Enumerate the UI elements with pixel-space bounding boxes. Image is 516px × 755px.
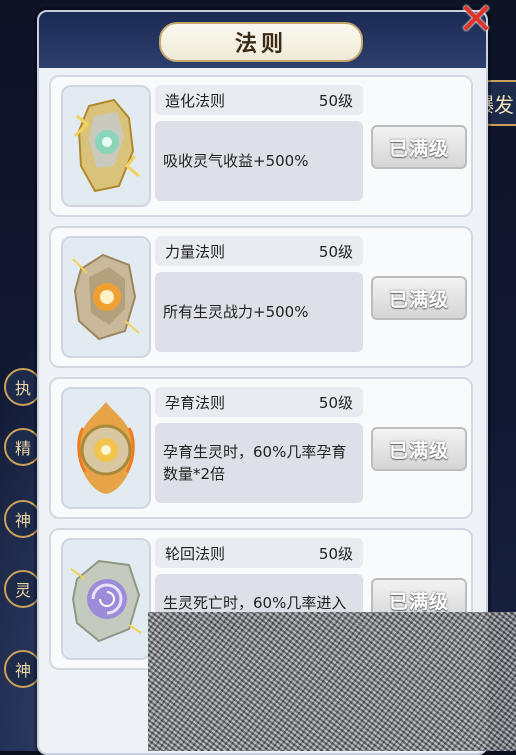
rule-name-bar: 轮回法则 50级 xyxy=(155,538,363,568)
rule-name: 孕育法则 xyxy=(165,394,226,412)
power-orb-icon xyxy=(72,253,140,341)
rule-level: 50级 xyxy=(318,545,353,563)
rule-thumb xyxy=(61,85,151,207)
nurture-flame-icon xyxy=(77,402,135,494)
panel-title: 法则 xyxy=(159,22,363,62)
rule-card-power: 力量法则 50级 所有生灵战力+500% 已满级 xyxy=(49,226,473,368)
rule-name-bar: 力量法则 50级 xyxy=(155,236,363,266)
rule-level: 50级 xyxy=(318,394,353,412)
rule-desc-box: 所有生灵战力+500% xyxy=(155,272,363,352)
rule-desc-box: 孕育生灵时，60%几率孕育数量*2倍 xyxy=(155,423,363,503)
max-level-button[interactable]: 已满级 xyxy=(371,276,467,320)
max-level-button[interactable]: 已满级 xyxy=(371,427,467,471)
rule-card-creation: 造化法则 50级 吸收灵气收益+500% 已满级 xyxy=(49,75,473,217)
max-level-button[interactable]: 已满级 xyxy=(371,125,467,169)
rule-name-bar: 孕育法则 50级 xyxy=(155,387,363,417)
creation-crystal-icon xyxy=(73,98,140,193)
rule-desc: 吸收灵气收益+500% xyxy=(163,152,309,170)
rule-thumb xyxy=(61,387,151,509)
noise-overlay xyxy=(148,612,516,751)
close-x-icon[interactable]: ✕ xyxy=(452,0,500,42)
rule-thumb xyxy=(61,538,151,660)
rule-name-bar: 造化法则 50级 xyxy=(155,85,363,115)
rule-desc: 所有生灵战力+500% xyxy=(163,303,309,321)
rule-level: 50级 xyxy=(318,243,353,261)
rule-name: 轮回法则 xyxy=(165,545,226,563)
rule-name: 力量法则 xyxy=(165,243,226,261)
rules-list: 造化法则 50级 吸收灵气收益+500% 已满级 力量法则 50级 所有生灵战力… xyxy=(49,75,473,679)
rule-card-nurture: 孕育法则 50级 孕育生灵时，60%几率孕育数量*2倍 已满级 xyxy=(49,377,473,519)
rule-level: 50级 xyxy=(318,92,353,110)
panel-header: 法则 xyxy=(39,12,486,68)
reincarnation-vortex-icon xyxy=(70,559,142,643)
rule-name: 造化法则 xyxy=(165,92,226,110)
rule-thumb xyxy=(61,236,151,358)
rule-desc: 孕育生灵时，60%几率孕育数量*2倍 xyxy=(163,443,347,483)
rule-desc-box: 吸收灵气收益+500% xyxy=(155,121,363,201)
